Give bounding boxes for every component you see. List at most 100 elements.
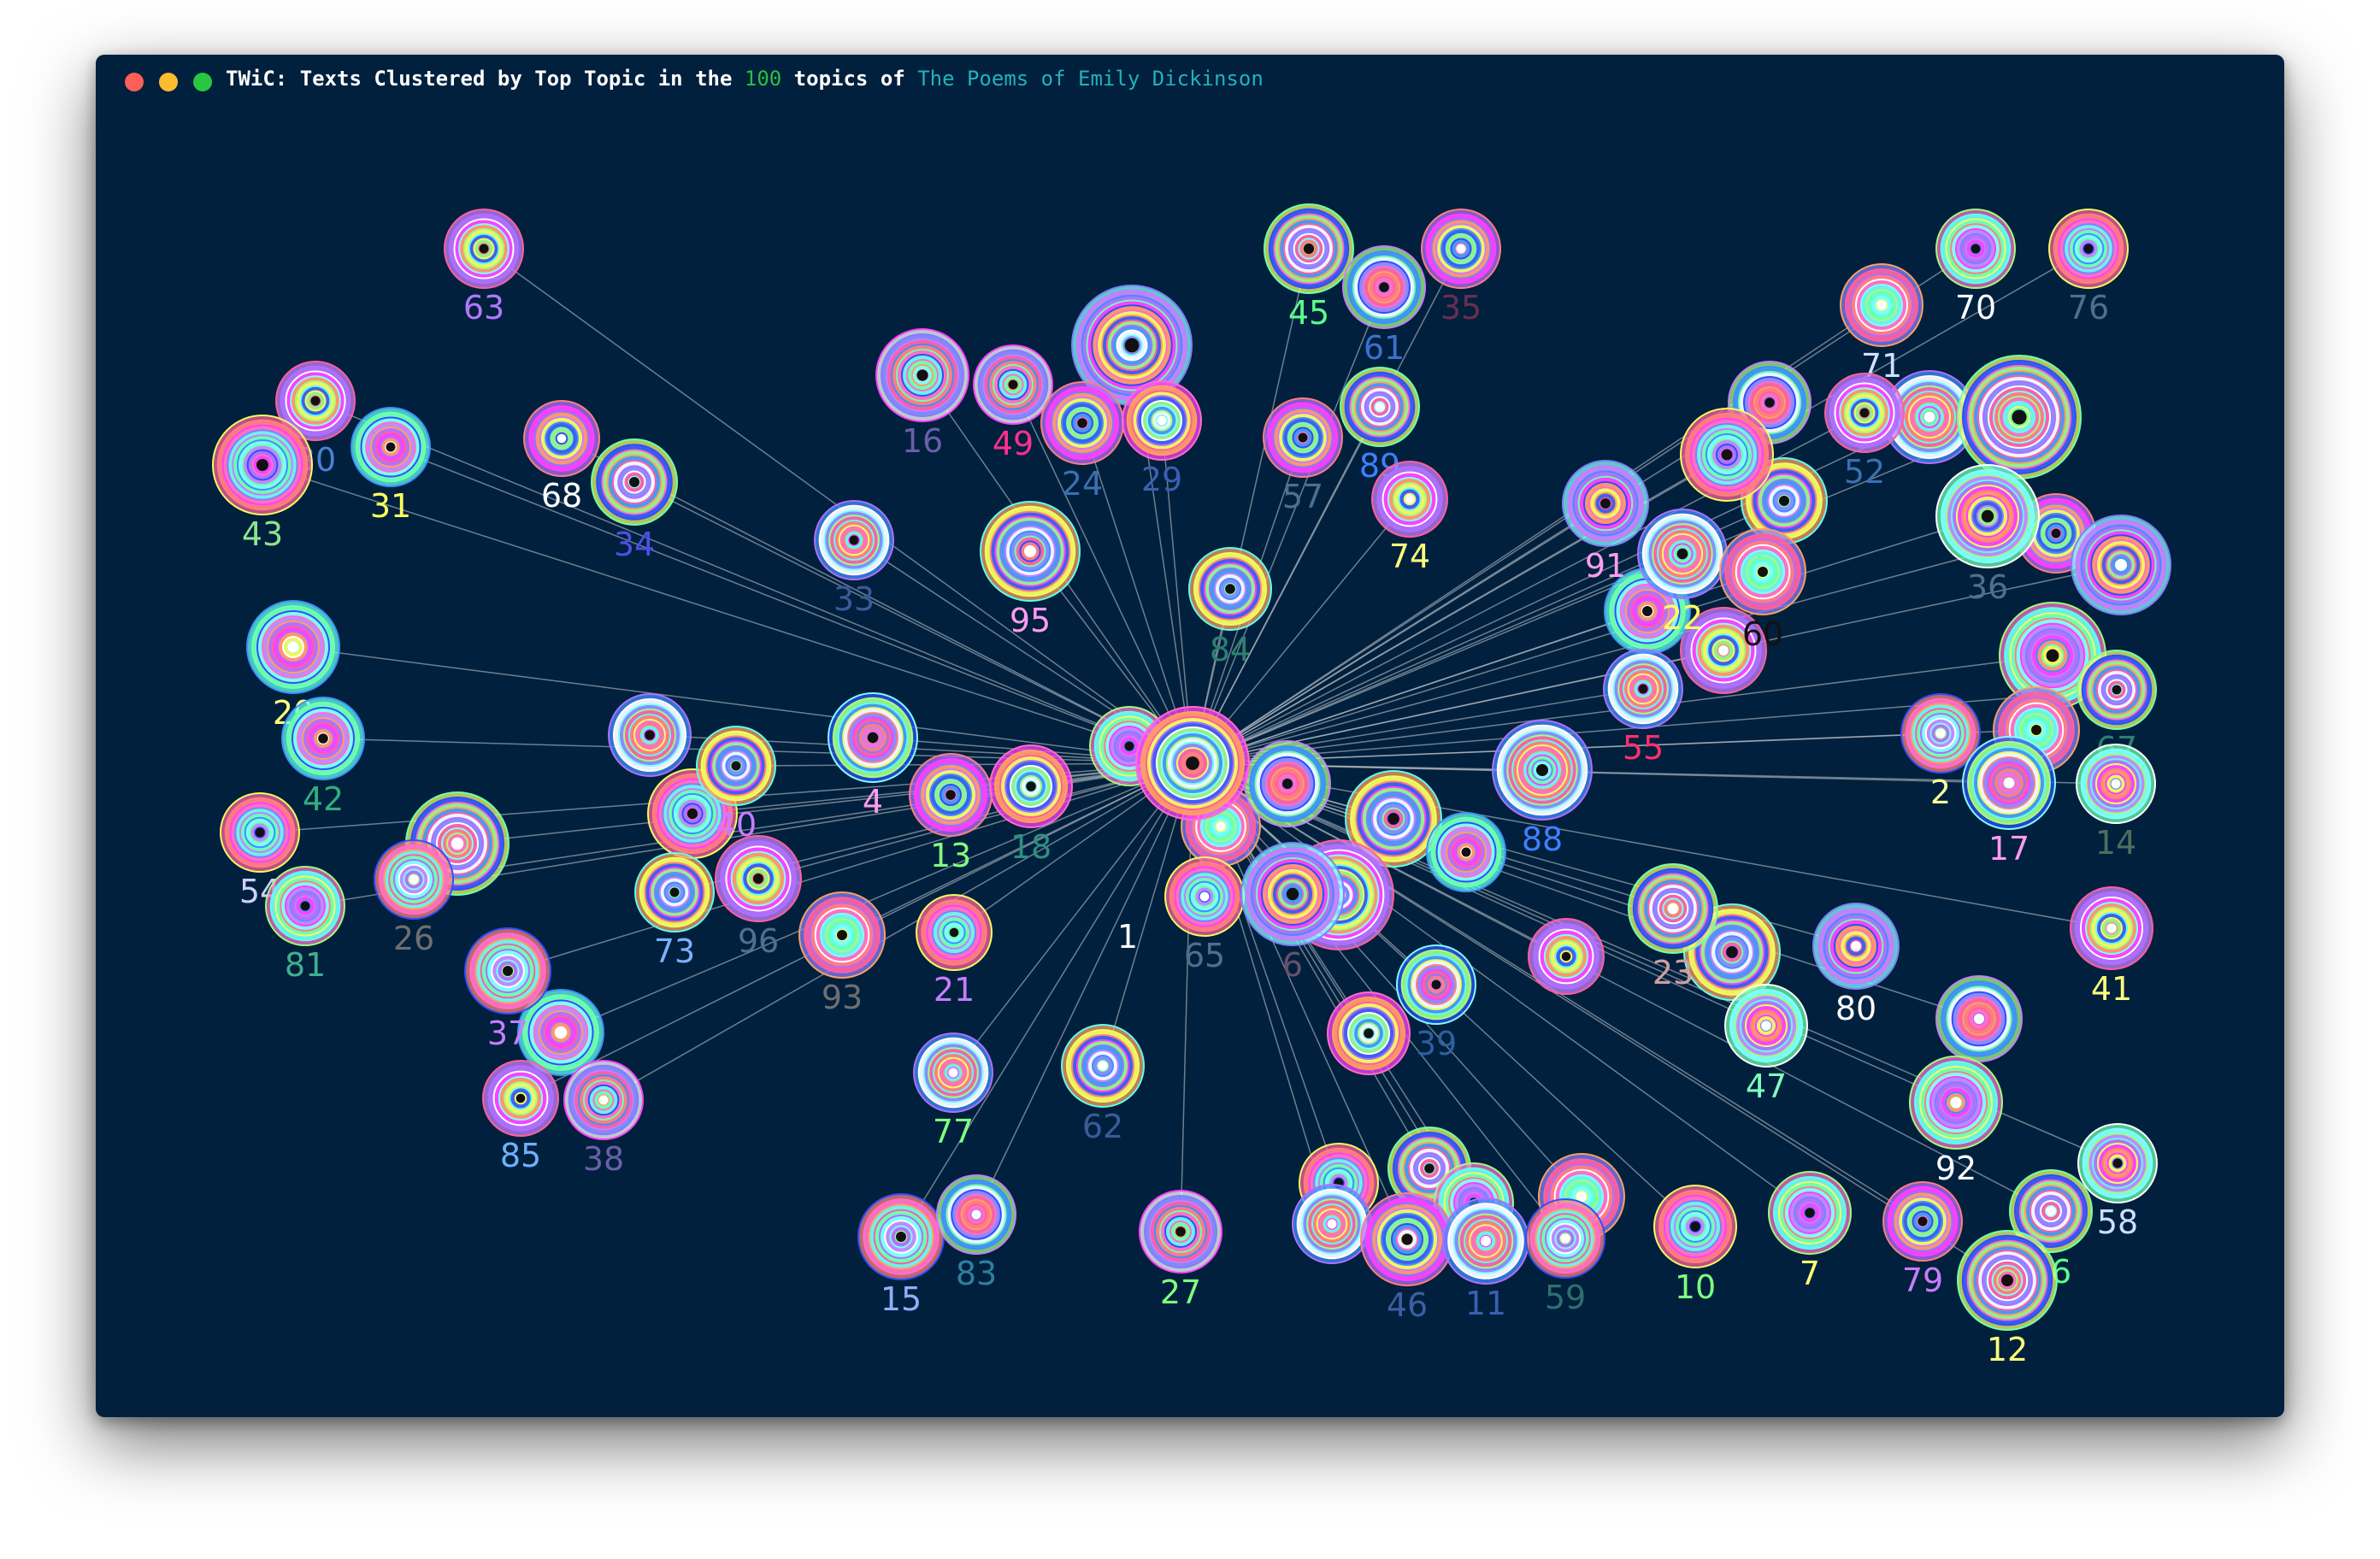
topic-node-core <box>503 966 513 976</box>
topic-label: 95 <box>1010 602 1051 639</box>
topic-label: 33 <box>834 580 875 618</box>
topic-node-14[interactable]: 14 <box>2076 744 2156 862</box>
topic-node-core <box>1077 418 1087 428</box>
topic-node-52[interactable]: 52 <box>1824 373 1905 491</box>
topic-node-16[interactable]: 16 <box>875 328 969 460</box>
topic-node-31[interactable]: 31 <box>351 407 431 525</box>
topic-node-65[interactable]: 65 <box>1164 856 1245 974</box>
close-window-button[interactable] <box>125 73 144 91</box>
text-cluster-node[interactable] <box>1957 355 2082 479</box>
text-cluster-node[interactable] <box>2071 515 2171 615</box>
text-cluster-node[interactable] <box>1680 408 1774 502</box>
topic-node-81[interactable]: 81 <box>265 866 345 984</box>
topic-node-21[interactable]: 21 <box>916 894 993 1009</box>
corpus-name-link[interactable]: The Poems of Emily Dickinson <box>917 67 1264 91</box>
text-cluster-node[interactable] <box>1327 991 1411 1075</box>
topic-node-83[interactable]: 83 <box>936 1174 1016 1292</box>
topic-node-core <box>669 887 680 897</box>
topic-node-core <box>1851 941 1861 951</box>
topic-node-45[interactable]: 45 <box>1264 203 1354 332</box>
text-cluster-node[interactable] <box>1426 812 1506 892</box>
minimize-window-button[interactable] <box>159 73 178 91</box>
topic-node-59[interactable]: 59 <box>1525 1198 1605 1316</box>
topic-node-46[interactable]: 46 <box>1360 1192 1454 1324</box>
topic-node-core <box>310 396 321 406</box>
topic-node-80[interactable]: 80 <box>1812 903 1900 1027</box>
topic-node-core <box>867 732 879 744</box>
topic-node-core <box>1431 980 1441 990</box>
topic-node-29[interactable]: 29 <box>1122 380 1202 498</box>
cluster-core <box>1124 338 1140 353</box>
topic-node-71[interactable]: 71 <box>1840 263 1923 385</box>
topic-node-core <box>479 244 489 254</box>
app-window: 6330314368343316492429954561358957748420… <box>96 55 2284 1417</box>
topic-label: 68 <box>541 477 582 515</box>
topic-node-18[interactable]: 18 <box>989 744 1073 866</box>
topic-node-11[interactable]: 11 <box>1442 1197 1529 1322</box>
topic-label: 55 <box>1623 729 1664 767</box>
cluster-core <box>1424 1163 1434 1174</box>
topic-node-41[interactable]: 41 <box>2070 886 2153 1008</box>
cluster-core <box>1216 821 1226 832</box>
topic-node-core <box>1761 1021 1771 1031</box>
topic-node-36[interactable]: 36 <box>1935 464 2040 606</box>
maximize-window-button[interactable] <box>193 73 212 91</box>
topic-node-35[interactable]: 35 <box>1421 209 1501 327</box>
topic-node-85[interactable]: 85 <box>482 1060 559 1174</box>
topic-label: 41 <box>2091 970 2132 1008</box>
topic-node-96[interactable]: 96 <box>715 835 802 960</box>
text-cluster-node[interactable] <box>1935 975 2023 1062</box>
topic-label: 58 <box>2097 1203 2138 1241</box>
topic-node-73[interactable]: 73 <box>634 852 715 970</box>
topic-node-27[interactable]: 27 <box>1139 1190 1222 1311</box>
topic-node-13[interactable]: 13 <box>909 753 993 874</box>
topic-node-70[interactable]: 70 <box>1935 209 2016 327</box>
cluster-core <box>2046 649 2059 662</box>
topic-node-61[interactable]: 61 <box>1342 245 1426 367</box>
topic-node-55[interactable]: 55 <box>1603 649 1683 767</box>
text-cluster-node[interactable] <box>1244 740 1331 827</box>
topic-node-42[interactable]: 42 <box>281 697 365 818</box>
topic-node-79[interactable]: 79 <box>1882 1181 1963 1299</box>
topic-node-88[interactable]: 88 <box>1492 720 1593 858</box>
topic-node-core <box>2083 244 2094 254</box>
topic-node-12[interactable]: 12 <box>1957 1230 2058 1368</box>
topic-node-95[interactable]: 95 <box>980 501 1081 639</box>
topic-node-38[interactable]: 38 <box>563 1060 644 1178</box>
topic-label: 34 <box>614 526 655 563</box>
topic-node-49[interactable]: 49 <box>973 344 1053 462</box>
topic-node-47[interactable]: 47 <box>1724 984 1808 1105</box>
topic-node-17[interactable]: 17 <box>1962 736 2056 868</box>
text-cluster-node[interactable] <box>608 693 692 777</box>
topic-node-33[interactable]: 33 <box>814 500 894 618</box>
topic-node-92[interactable]: 92 <box>1909 1056 2003 1187</box>
topic-node-26[interactable]: 26 <box>374 839 454 957</box>
topic-node-93[interactable]: 93 <box>798 891 886 1016</box>
topic-cluster-graph[interactable]: 6330314368343316492429954561358957748420… <box>96 55 2284 1417</box>
topic-node-84[interactable]: 84 <box>1188 547 1272 668</box>
cluster-core <box>2031 725 2041 735</box>
topic-node-10[interactable]: 10 <box>1653 1185 1737 1306</box>
text-cluster-node[interactable] <box>1528 918 1605 995</box>
topic-node-24[interactable]: 24 <box>1040 381 1124 503</box>
topic-node-43[interactable]: 43 <box>212 415 313 553</box>
topic-label: 7 <box>1800 1255 1820 1292</box>
topic-node-6[interactable]: 6 <box>1240 842 1345 984</box>
topic-label: 57 <box>1282 478 1323 515</box>
topic-node-core <box>1935 728 1946 738</box>
topic-label: 91 <box>1585 547 1626 585</box>
topic-node-62[interactable]: 62 <box>1061 1024 1145 1145</box>
topic-node-76[interactable]: 76 <box>2048 209 2129 327</box>
topic-node-15[interactable]: 15 <box>857 1193 945 1318</box>
topic-node-91[interactable]: 91 <box>1562 460 1649 585</box>
topic-label: 60 <box>1742 615 1783 653</box>
hub-node-core <box>1186 756 1199 770</box>
cluster-core <box>1561 951 1571 962</box>
topic-node-7[interactable]: 7 <box>1768 1171 1852 1292</box>
topic-node-68[interactable]: 68 <box>523 400 600 515</box>
topic-node-63[interactable]: 63 <box>444 209 524 327</box>
topic-node-74[interactable]: 74 <box>1371 461 1448 575</box>
topic-label: 43 <box>242 515 283 553</box>
text-cluster-node[interactable] <box>1292 1184 1372 1264</box>
topic-node-77[interactable]: 77 <box>913 1032 993 1150</box>
